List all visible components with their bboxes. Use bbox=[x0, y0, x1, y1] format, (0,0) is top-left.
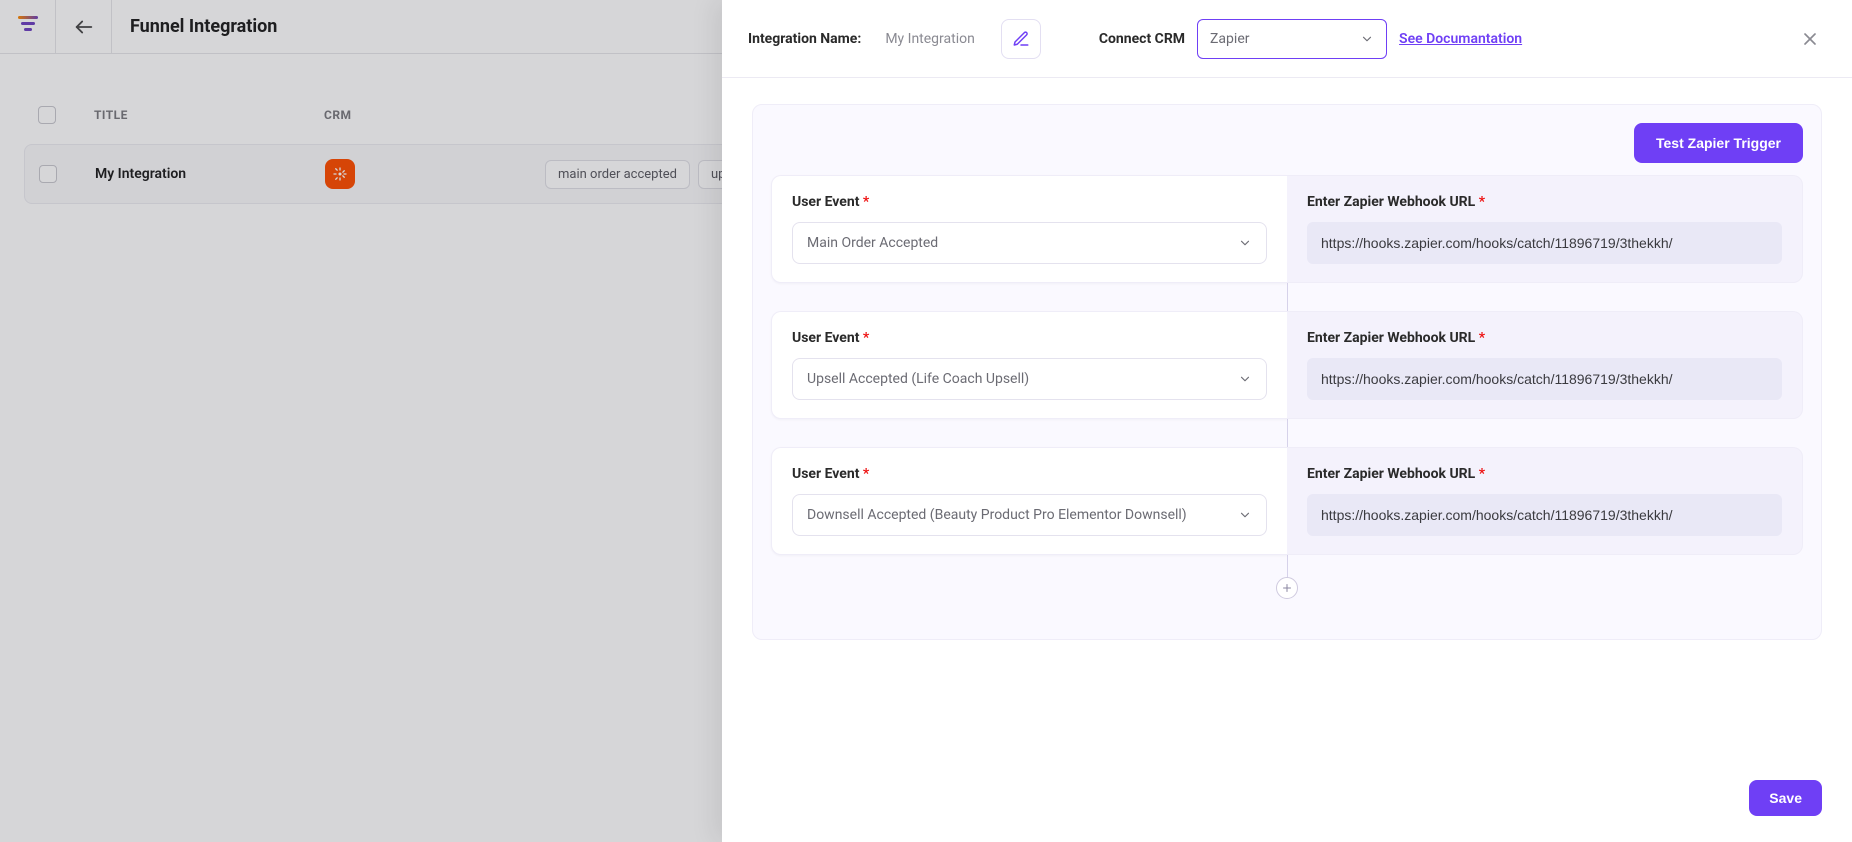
user-event-label: User Event * bbox=[792, 194, 1267, 210]
close-panel-button[interactable] bbox=[1794, 23, 1826, 55]
integration-name-value: My Integration bbox=[885, 31, 975, 47]
chevron-down-icon bbox=[1238, 236, 1252, 250]
connector-line bbox=[771, 283, 1803, 311]
pencil-icon bbox=[1012, 30, 1030, 48]
integration-name-label: Integration Name: bbox=[748, 31, 861, 47]
event-left: User Event * Downsell Accepted (Beauty P… bbox=[771, 447, 1287, 555]
event-right: Enter Zapier Webhook URL * bbox=[1287, 311, 1803, 419]
edit-name-button[interactable] bbox=[1001, 19, 1041, 59]
panel-body: Test Zapier Trigger User Event * Main Or… bbox=[722, 78, 1852, 764]
chevron-down-icon bbox=[1238, 508, 1252, 522]
webhook-url-label: Enter Zapier Webhook URL * bbox=[1307, 466, 1782, 482]
event-right: Enter Zapier Webhook URL * bbox=[1287, 175, 1803, 283]
user-event-select[interactable]: Upsell Accepted (Life Coach Upsell) bbox=[792, 358, 1267, 400]
close-icon bbox=[1800, 29, 1820, 49]
user-event-value: Upsell Accepted (Life Coach Upsell) bbox=[807, 371, 1029, 387]
connect-crm-label: Connect CRM bbox=[1099, 31, 1185, 47]
panel-header: Integration Name: My Integration Connect… bbox=[722, 0, 1852, 78]
crm-select-value: Zapier bbox=[1210, 31, 1249, 47]
webhook-url-input[interactable] bbox=[1307, 358, 1782, 400]
user-event-label: User Event * bbox=[792, 330, 1267, 346]
add-event-button[interactable] bbox=[1276, 577, 1298, 599]
user-event-value: Downsell Accepted (Beauty Product Pro El… bbox=[807, 507, 1187, 523]
event-row: User Event * Main Order Accepted Enter Z… bbox=[771, 175, 1803, 283]
event-left: User Event * Main Order Accepted bbox=[771, 175, 1287, 283]
user-event-select[interactable]: Downsell Accepted (Beauty Product Pro El… bbox=[792, 494, 1267, 536]
plus-icon bbox=[1281, 582, 1293, 594]
webhook-url-input[interactable] bbox=[1307, 494, 1782, 536]
user-event-label: User Event * bbox=[792, 466, 1267, 482]
user-event-select[interactable]: Main Order Accepted bbox=[792, 222, 1267, 264]
chevron-down-icon bbox=[1238, 372, 1252, 386]
save-button[interactable]: Save bbox=[1749, 780, 1822, 816]
events-card: Test Zapier Trigger User Event * Main Or… bbox=[752, 104, 1822, 640]
webhook-url-label: Enter Zapier Webhook URL * bbox=[1307, 194, 1782, 210]
event-left: User Event * Upsell Accepted (Life Coach… bbox=[771, 311, 1287, 419]
see-documentation-link[interactable]: See Documantation bbox=[1399, 31, 1522, 47]
event-right: Enter Zapier Webhook URL * bbox=[1287, 447, 1803, 555]
event-row: User Event * Upsell Accepted (Life Coach… bbox=[771, 311, 1803, 419]
panel-footer: Save bbox=[722, 764, 1852, 842]
event-rows: User Event * Main Order Accepted Enter Z… bbox=[771, 175, 1803, 599]
connect-crm-group: Connect CRM Zapier See Documantation bbox=[1099, 19, 1522, 59]
chevron-down-icon bbox=[1360, 32, 1374, 46]
crm-select[interactable]: Zapier bbox=[1197, 19, 1387, 59]
integration-panel: Integration Name: My Integration Connect… bbox=[722, 0, 1852, 842]
webhook-url-label: Enter Zapier Webhook URL * bbox=[1307, 330, 1782, 346]
event-row: User Event * Downsell Accepted (Beauty P… bbox=[771, 447, 1803, 555]
test-zapier-trigger-button[interactable]: Test Zapier Trigger bbox=[1634, 123, 1803, 163]
user-event-value: Main Order Accepted bbox=[807, 235, 938, 251]
webhook-url-input[interactable] bbox=[1307, 222, 1782, 264]
connector-line bbox=[771, 419, 1803, 447]
